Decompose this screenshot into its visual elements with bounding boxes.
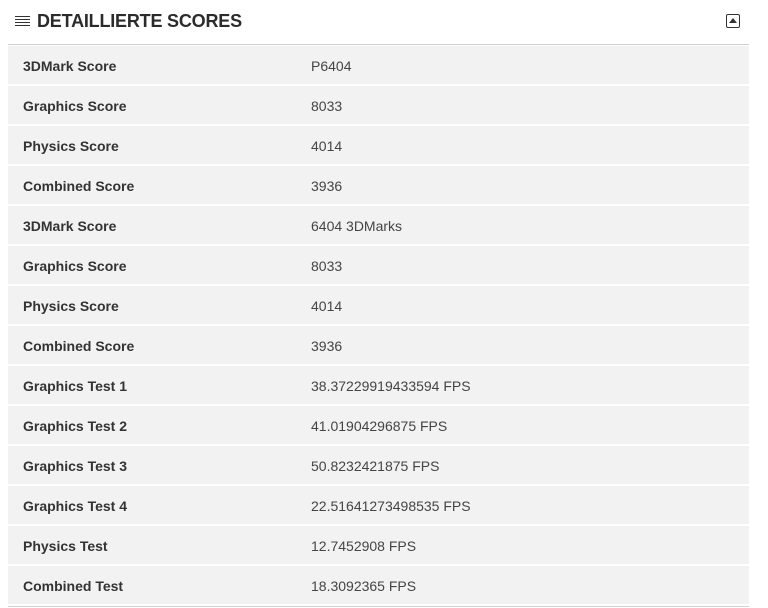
row-value: 8033 <box>311 258 343 274</box>
row-value: 22.51641273498535 FPS <box>311 498 471 514</box>
table-row: 3DMark Score 6404 3DMarks <box>8 206 749 246</box>
row-label: Graphics Score <box>23 258 127 274</box>
row-label: Physics Score <box>23 138 119 154</box>
table-row: Combined Score 3936 <box>8 166 749 206</box>
table-row: Graphics Test 1 38.37229919433594 FPS <box>8 366 749 406</box>
row-label: Combined Score <box>23 338 135 354</box>
row-value: 4014 <box>311 298 343 314</box>
row-label: Graphics Test 4 <box>23 498 128 514</box>
table-row: Combined Test 18.3092365 FPS <box>8 566 749 606</box>
panel-title: DETAILLIERTE SCORES <box>37 11 242 31</box>
row-label: Graphics Test 2 <box>23 418 128 434</box>
table-bottom-divider <box>8 606 749 607</box>
table-row: 3DMark Score P6404 <box>8 46 749 86</box>
collapse-button[interactable] <box>726 14 740 28</box>
row-label: Physics Test <box>23 538 108 554</box>
row-label: Graphics Test 3 <box>23 458 128 474</box>
table-row: Physics Score 4014 <box>8 126 749 166</box>
row-value: 38.37229919433594 FPS <box>311 378 471 394</box>
scores-table: 3DMark Score P6404 Graphics Score 8033 P… <box>8 46 749 606</box>
hamburger-icon <box>15 16 30 27</box>
panel-header: DETAILLIERTE SCORES <box>8 0 749 45</box>
table-row: Physics Test 12.7452908 FPS <box>8 526 749 566</box>
table-row: Graphics Score 8033 <box>8 246 749 286</box>
row-value: 3936 <box>311 338 343 354</box>
row-label: 3DMark Score <box>23 58 117 74</box>
collapse-up-icon <box>729 18 737 23</box>
table-row: Physics Score 4014 <box>8 286 749 326</box>
row-label: Graphics Test 1 <box>23 378 128 394</box>
row-value: 6404 3DMarks <box>311 218 403 234</box>
table-row: Combined Score 3936 <box>8 326 749 366</box>
detailed-scores-panel: DETAILLIERTE SCORES 3DMark Score P6404 G… <box>8 0 749 606</box>
row-value: 50.8232421875 FPS <box>311 458 440 474</box>
row-label: Graphics Score <box>23 98 127 114</box>
row-label: Physics Score <box>23 298 119 314</box>
row-label: Combined Score <box>23 178 135 194</box>
row-value: P6404 <box>311 58 352 74</box>
row-value: 4014 <box>311 138 343 154</box>
row-value: 3936 <box>311 178 343 194</box>
row-value: 8033 <box>311 98 343 114</box>
table-row: Graphics Test 2 41.01904296875 FPS <box>8 406 749 446</box>
table-row: Graphics Test 4 22.51641273498535 FPS <box>8 486 749 526</box>
row-value: 18.3092365 FPS <box>311 578 417 594</box>
row-value: 41.01904296875 FPS <box>311 418 448 434</box>
row-value: 12.7452908 FPS <box>311 538 417 554</box>
table-row: Graphics Score 8033 <box>8 86 749 126</box>
row-label: 3DMark Score <box>23 218 117 234</box>
table-row: Graphics Test 3 50.8232421875 FPS <box>8 446 749 486</box>
row-label: Combined Test <box>23 578 124 594</box>
